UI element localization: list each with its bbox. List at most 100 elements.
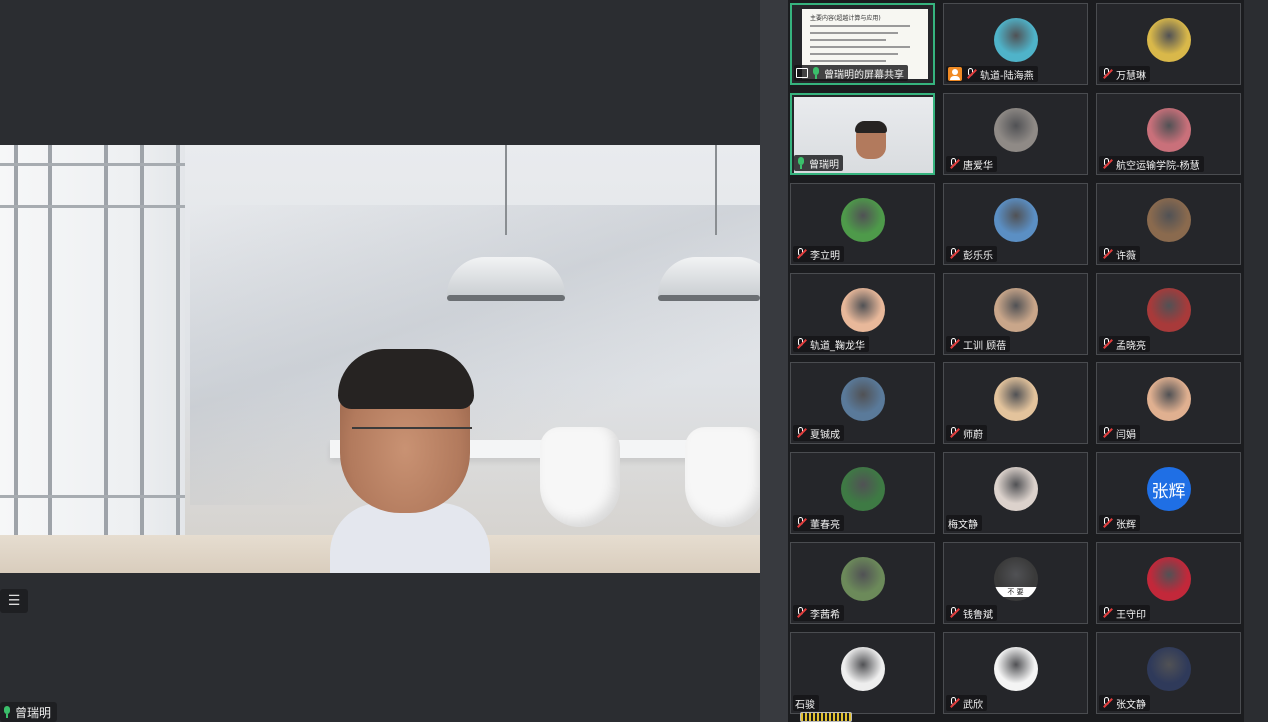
participant-name: 曾瑞明 <box>809 159 839 171</box>
microphone-muted-icon <box>948 607 960 619</box>
participant-label: 轨道_鞠龙华 <box>793 336 869 352</box>
participant-name: 师蔚 <box>963 429 983 441</box>
participant-label: 师蔚 <box>946 425 987 441</box>
microphone-muted-icon <box>948 158 960 170</box>
participant-tile[interactable]: 主要内容(超越计算与应用) 曾瑞明的屏幕共享 <box>790 3 935 85</box>
participant-tile[interactable]: 航空运输学院-杨慧 <box>1096 93 1241 175</box>
avatar-caption: 不 要 <box>993 587 1038 597</box>
participant-label: 石骏 <box>793 695 819 711</box>
participant-tile[interactable]: 王守印 <box>1096 542 1241 624</box>
speaker-name: 曾瑞明 <box>15 705 52 720</box>
pendant-lamp <box>447 257 565 299</box>
microphone-muted-icon <box>795 248 807 260</box>
participant-label: 李立明 <box>793 246 844 262</box>
participant-name: 孟晓亮 <box>1116 340 1146 352</box>
microphone-muted-icon <box>948 338 960 350</box>
participant-tile[interactable]: 梅文静 <box>943 452 1088 534</box>
participant-label: 李茜希 <box>793 605 844 621</box>
participant-tile[interactable]: 轨道_鞠龙华 <box>790 273 935 355</box>
participant-label: 董春亮 <box>793 515 844 531</box>
participant-tile[interactable]: 轨道-陆海燕 <box>943 3 1088 85</box>
participant-tile[interactable]: 万慧琳 <box>1096 3 1241 85</box>
participant-name: 董春亮 <box>810 519 840 531</box>
microphone-muted-icon <box>1101 517 1113 529</box>
avatar <box>840 467 885 511</box>
participant-tile[interactable]: 唐爱华 <box>943 93 1088 175</box>
participant-label: 许薇 <box>1099 246 1140 262</box>
participant-label: 王守印 <box>1099 605 1150 621</box>
participant-tile[interactable]: 不 要钱鲁斌 <box>943 542 1088 624</box>
main-video-stage: ☰ 曾瑞明 <box>0 0 760 722</box>
speaker-video[interactable] <box>0 145 760 573</box>
avatar <box>840 377 885 421</box>
microphone-muted-icon <box>795 517 807 529</box>
avatar <box>993 377 1038 421</box>
participant-label: 万慧琳 <box>1099 66 1150 82</box>
microphone-icon <box>811 67 821 79</box>
list-toggle-button[interactable]: ☰ <box>0 589 28 613</box>
microphone-muted-icon <box>948 248 960 260</box>
participant-tile[interactable]: 夏铖成 <box>790 362 935 444</box>
participant-name: 闫娟 <box>1116 429 1136 441</box>
participant-label: 曾瑞明 <box>794 155 843 171</box>
participant-tile[interactable]: 张辉 张辉 <box>1096 452 1241 534</box>
avatar <box>840 288 885 332</box>
participant-label: 张辉 <box>1099 515 1140 531</box>
participant-tile[interactable]: 李立明 <box>790 183 935 265</box>
participant-tile[interactable]: 武欣 <box>943 632 1088 714</box>
microphone-muted-icon <box>1101 427 1113 439</box>
avatar <box>840 557 885 601</box>
participant-tile[interactable]: 彭乐乐 <box>943 183 1088 265</box>
participant-name: 工训 顾蓓 <box>963 340 1007 352</box>
avatar <box>993 18 1038 62</box>
participant-tile[interactable]: 闫娟 <box>1096 362 1241 444</box>
avatar <box>1146 108 1191 152</box>
participant-label: 夏铖成 <box>793 425 844 441</box>
avatar <box>993 108 1038 152</box>
avatar <box>1146 377 1191 421</box>
participant-tile[interactable]: 曾瑞明 <box>790 93 935 175</box>
participant-tile[interactable]: 许薇 <box>1096 183 1241 265</box>
participant-tile[interactable]: 师蔚 <box>943 362 1088 444</box>
participant-label: 曾瑞明的屏幕共享 <box>794 65 908 81</box>
pendant-lamp <box>658 257 760 299</box>
avatar <box>840 647 885 691</box>
participant-name: 万慧琳 <box>1116 70 1146 82</box>
participant-tile[interactable]: 李茜希 <box>790 542 935 624</box>
participant-tile[interactable]: 董春亮 <box>790 452 935 534</box>
host-user-icon <box>948 67 962 81</box>
microphone-muted-icon <box>965 68 977 80</box>
microphone-muted-icon <box>948 697 960 709</box>
participant-name: 航空运输学院-杨慧 <box>1116 160 1200 172</box>
participant-tile[interactable]: 孟晓亮 <box>1096 273 1241 355</box>
avatar <box>1146 647 1191 691</box>
participant-name: 张辉 <box>1116 519 1136 531</box>
participant-name: 唐爱华 <box>963 160 993 172</box>
speaker-person <box>330 349 490 573</box>
microphone-muted-icon <box>795 427 807 439</box>
speaker-name-tag: 曾瑞明 <box>0 702 58 722</box>
avatar <box>1146 18 1191 62</box>
chair <box>540 427 620 527</box>
participant-label: 唐爱华 <box>946 156 997 172</box>
participant-label: 梅文静 <box>946 515 982 531</box>
volume-meter <box>800 712 852 722</box>
participant-name: 石骏 <box>795 699 815 711</box>
gallery-scroll-strip[interactable] <box>1244 0 1268 722</box>
participant-tile[interactable]: 工训 顾蓓 <box>943 273 1088 355</box>
screen-share-icon <box>796 68 808 78</box>
avatar <box>840 198 885 242</box>
avatar <box>993 198 1038 242</box>
participant-name: 钱鲁斌 <box>963 609 993 621</box>
avatar <box>1146 198 1191 242</box>
participant-name: 曾瑞明的屏幕共享 <box>824 69 904 81</box>
chair <box>685 427 760 527</box>
participant-tile[interactable]: 张文静 <box>1096 632 1241 714</box>
participant-label: 孟晓亮 <box>1099 336 1150 352</box>
microphone-muted-icon <box>1101 68 1113 80</box>
participant-label: 武欣 <box>946 695 987 711</box>
participant-tile[interactable]: 石骏 <box>790 632 935 714</box>
participant-name: 梅文静 <box>948 519 978 531</box>
participant-name: 轨道-陆海燕 <box>980 70 1034 82</box>
avatar: 不 要 <box>993 557 1038 601</box>
